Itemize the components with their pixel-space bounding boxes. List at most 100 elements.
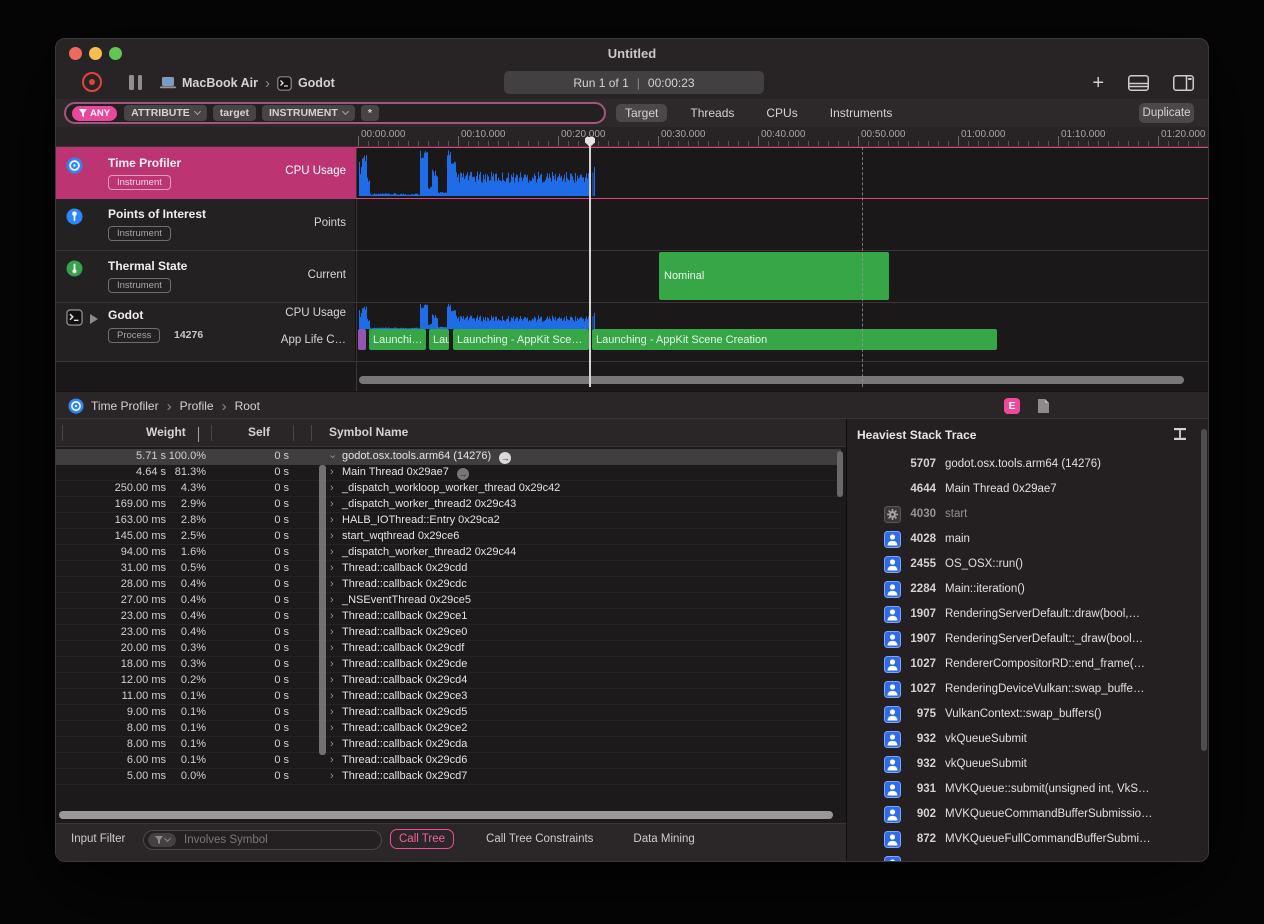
call-tree-row[interactable]: 5.00 ms0.0%0 s›Thread::callback 0x29cd7	[56, 769, 841, 785]
disclosure-chevron-icon[interactable]: ›	[330, 738, 334, 750]
stack-trace-entry[interactable]: 1907RenderingServerDefault::_draw(bool…	[847, 628, 1199, 653]
call-tree-row[interactable]: 11.00 ms0.1%0 s›Thread::callback 0x29ce3	[56, 689, 841, 705]
target-selector[interactable]: MacBook Air › Godot	[160, 67, 335, 99]
description-tab-icon[interactable]	[1037, 398, 1050, 414]
disclosure-chevron-icon[interactable]: ›	[330, 530, 334, 542]
stack-trace-entry[interactable]: 1907RenderingServerDefault::draw(bool,…	[847, 603, 1199, 628]
stack-trace-entry[interactable]: 4028main	[847, 528, 1199, 553]
disclosure-triangle-icon[interactable]	[90, 314, 98, 324]
detail-tab-call-tree-constraints[interactable]: Call Tree Constraints	[478, 830, 601, 848]
call-tree-row[interactable]: 6.00 ms0.1%0 s›Thread::callback 0x29cd6	[56, 753, 841, 769]
strategy-threads[interactable]: Threads	[681, 104, 743, 122]
stack-trace-entry[interactable]: 4030start	[847, 503, 1199, 528]
strategy-cpus[interactable]: CPUs	[757, 104, 806, 122]
lifecycle-phase-bar[interactable]: Lau…	[429, 329, 449, 350]
column-weight[interactable]: Weight	[146, 425, 186, 439]
symbol-filter-input[interactable]: Involves Symbol	[143, 830, 382, 850]
disclosure-chevron-icon[interactable]: ›	[326, 455, 338, 459]
lifecycle-phase-bar[interactable]: Launching - AppKit Sce…	[453, 329, 589, 350]
thermal-state-lane[interactable]: Nominal	[356, 250, 1209, 302]
stack-trace-entry[interactable]: 2284Main::iteration()	[847, 578, 1199, 603]
stack-trace-entry[interactable]: 1027RenderingDeviceVulkan::swap_buffe…	[847, 678, 1199, 703]
stack-panel-scrollbar[interactable]	[1201, 429, 1207, 751]
filter-token-attribute[interactable]: ATTRIBUTE	[124, 105, 207, 121]
call-tree-row[interactable]: 31.00 ms0.5%0 s›Thread::callback 0x29cdd	[56, 561, 841, 577]
focus-arrow-icon[interactable]: →	[499, 452, 511, 464]
stack-trace-entry[interactable]: 932vkQueueSubmit	[847, 753, 1199, 778]
disclosure-chevron-icon[interactable]: ›	[330, 594, 334, 606]
lifecycle-launch-marker[interactable]	[358, 329, 366, 350]
disclosure-chevron-icon[interactable]: ›	[330, 578, 334, 590]
track-points-of-interest[interactable]: Points of Interest Instrument Points	[56, 198, 356, 250]
disclosure-chevron-icon[interactable]: ›	[330, 658, 334, 670]
stack-trace-entry[interactable]: 975VulkanContext::swap_buffers()	[847, 703, 1199, 728]
sort-chevron-icon[interactable]	[198, 427, 199, 441]
disclosure-chevron-icon[interactable]: ›	[330, 770, 334, 782]
run-status-display[interactable]: Run 1 of 1 | 00:00:23	[504, 71, 764, 94]
breadcrumb-item-instrument[interactable]: Time Profiler	[91, 399, 159, 413]
bottom-panel-toggle-icon[interactable]	[1128, 75, 1149, 91]
add-instrument-button[interactable]: +	[1092, 73, 1104, 93]
track-time-profiler[interactable]: Time Profiler Instrument CPU Usage	[56, 147, 356, 198]
call-tree-row[interactable]: 8.00 ms0.1%0 s›Thread::callback 0x29cda	[56, 737, 841, 753]
table-horizontal-scrollbar[interactable]	[59, 811, 833, 819]
disclosure-chevron-icon[interactable]: ›	[330, 466, 334, 478]
disclosure-chevron-icon[interactable]: ›	[330, 674, 334, 686]
stack-trace-entry[interactable]: 5707godot.osx.tools.arm64 (14276)	[847, 453, 1199, 478]
disclosure-chevron-icon[interactable]: ›	[330, 562, 334, 574]
call-tree-row[interactable]: 9.00 ms0.1%0 s›Thread::callback 0x29cd5	[56, 705, 841, 721]
call-tree-row[interactable]: 4.00 ms0.0%0 s›Thread::callback 0x29cdb	[56, 785, 841, 787]
pause-button[interactable]	[129, 75, 142, 90]
lifecycle-phase-bar[interactable]: Launchi…	[369, 329, 426, 350]
disclosure-chevron-icon[interactable]: ›	[330, 642, 334, 654]
any-filter-pill[interactable]: ANY	[72, 106, 117, 121]
call-tree-row[interactable]: 12.00 ms0.2%0 s›Thread::callback 0x29cd4	[56, 673, 841, 689]
stack-trace-entry[interactable]: 2455OS_OSX::run()	[847, 553, 1199, 578]
filter-scope-pill[interactable]	[148, 833, 176, 847]
breadcrumb-item-detail[interactable]: Profile	[180, 399, 214, 413]
call-tree-row[interactable]: 5.71 s100.0%0 s›godot.osx.tools.arm64 (1…	[56, 449, 841, 465]
timeline-ruler[interactable]: 00:00.00000:10.00000:20.00000:30.00000:4…	[56, 127, 1208, 147]
disclosure-chevron-icon[interactable]: ›	[330, 786, 334, 787]
call-tree-row[interactable]: 23.00 ms0.4%0 s›Thread::callback 0x29ce0	[56, 625, 841, 641]
call-tree-row[interactable]: 250.00 ms4.3%0 s›_dispatch_workloop_work…	[56, 481, 841, 497]
call-tree-row[interactable]: 18.00 ms0.3%0 s›Thread::callback 0x29cde	[56, 657, 841, 673]
table-vertical-scrollbar[interactable]	[837, 451, 843, 497]
stack-trace-entry[interactable]: 4644Main Thread 0x29ae7	[847, 478, 1199, 503]
stack-trace-entry[interactable]: 931MVKQueue::submit(unsigned int, VkS…	[847, 778, 1199, 803]
disclosure-chevron-icon[interactable]: ›	[330, 754, 334, 766]
collapse-stack-icon[interactable]	[1173, 427, 1187, 441]
disclosure-chevron-icon[interactable]: ›	[330, 690, 334, 702]
filter-token-[interactable]: *	[361, 105, 379, 121]
playhead-line[interactable]	[589, 137, 591, 387]
detail-tab-call-tree[interactable]: Call Tree	[390, 829, 454, 849]
call-tree-row[interactable]: 169.00 ms2.9%0 s›_dispatch_worker_thread…	[56, 497, 841, 513]
column-symbol-name[interactable]: Symbol Name	[329, 425, 408, 439]
call-tree-row[interactable]: 4.64 s81.3%0 s›Main Thread 0x29ae7→	[56, 465, 841, 481]
disclosure-chevron-icon[interactable]: ›	[330, 626, 334, 638]
call-tree-row[interactable]: 20.00 ms0.3%0 s›Thread::callback 0x29cdf	[56, 641, 841, 657]
call-tree-row[interactable]: 8.00 ms0.1%0 s›Thread::callback 0x29ce2	[56, 721, 841, 737]
stack-trace-entry[interactable]: 902MVKQueueCommandBufferSubmissio…	[847, 803, 1199, 828]
record-button[interactable]	[82, 72, 102, 92]
strategy-instruments[interactable]: Instruments	[821, 104, 902, 122]
call-tree-row[interactable]: 23.00 ms0.4%0 s›Thread::callback 0x29ce1	[56, 609, 841, 625]
duplicate-button[interactable]: Duplicate	[1139, 103, 1194, 123]
filter-token-instrument[interactable]: INSTRUMENT	[262, 105, 355, 121]
disclosure-chevron-icon[interactable]: ›	[330, 498, 334, 510]
disclosure-chevron-icon[interactable]: ›	[330, 722, 334, 734]
breadcrumb-item-focus[interactable]: Root	[235, 399, 260, 413]
disclosure-chevron-icon[interactable]: ›	[330, 610, 334, 622]
strategy-target[interactable]: Target	[616, 104, 667, 122]
disclosure-chevron-icon[interactable]: ›	[330, 546, 334, 558]
extended-detail-tab[interactable]: E	[1004, 398, 1020, 414]
lifecycle-phase-bar[interactable]: Launching - AppKit Scene Creation	[592, 329, 997, 350]
call-tree-row[interactable]: 27.00 ms0.4%0 s›_NSEventThread 0x29ce5	[56, 593, 841, 609]
disclosure-chevron-icon[interactable]: ›	[330, 482, 334, 494]
track-thermal-state[interactable]: Thermal State Instrument Current	[56, 250, 356, 302]
right-panel-toggle-icon[interactable]	[1173, 75, 1194, 91]
disclosure-chevron-icon[interactable]: ›	[330, 514, 334, 526]
call-tree-row[interactable]: 28.00 ms0.4%0 s›Thread::callback 0x29cdc	[56, 577, 841, 593]
instrument-filter-field[interactable]: ANY ATTRIBUTE target INSTRUMENT *	[64, 102, 606, 124]
filter-token-target[interactable]: target	[213, 105, 256, 121]
